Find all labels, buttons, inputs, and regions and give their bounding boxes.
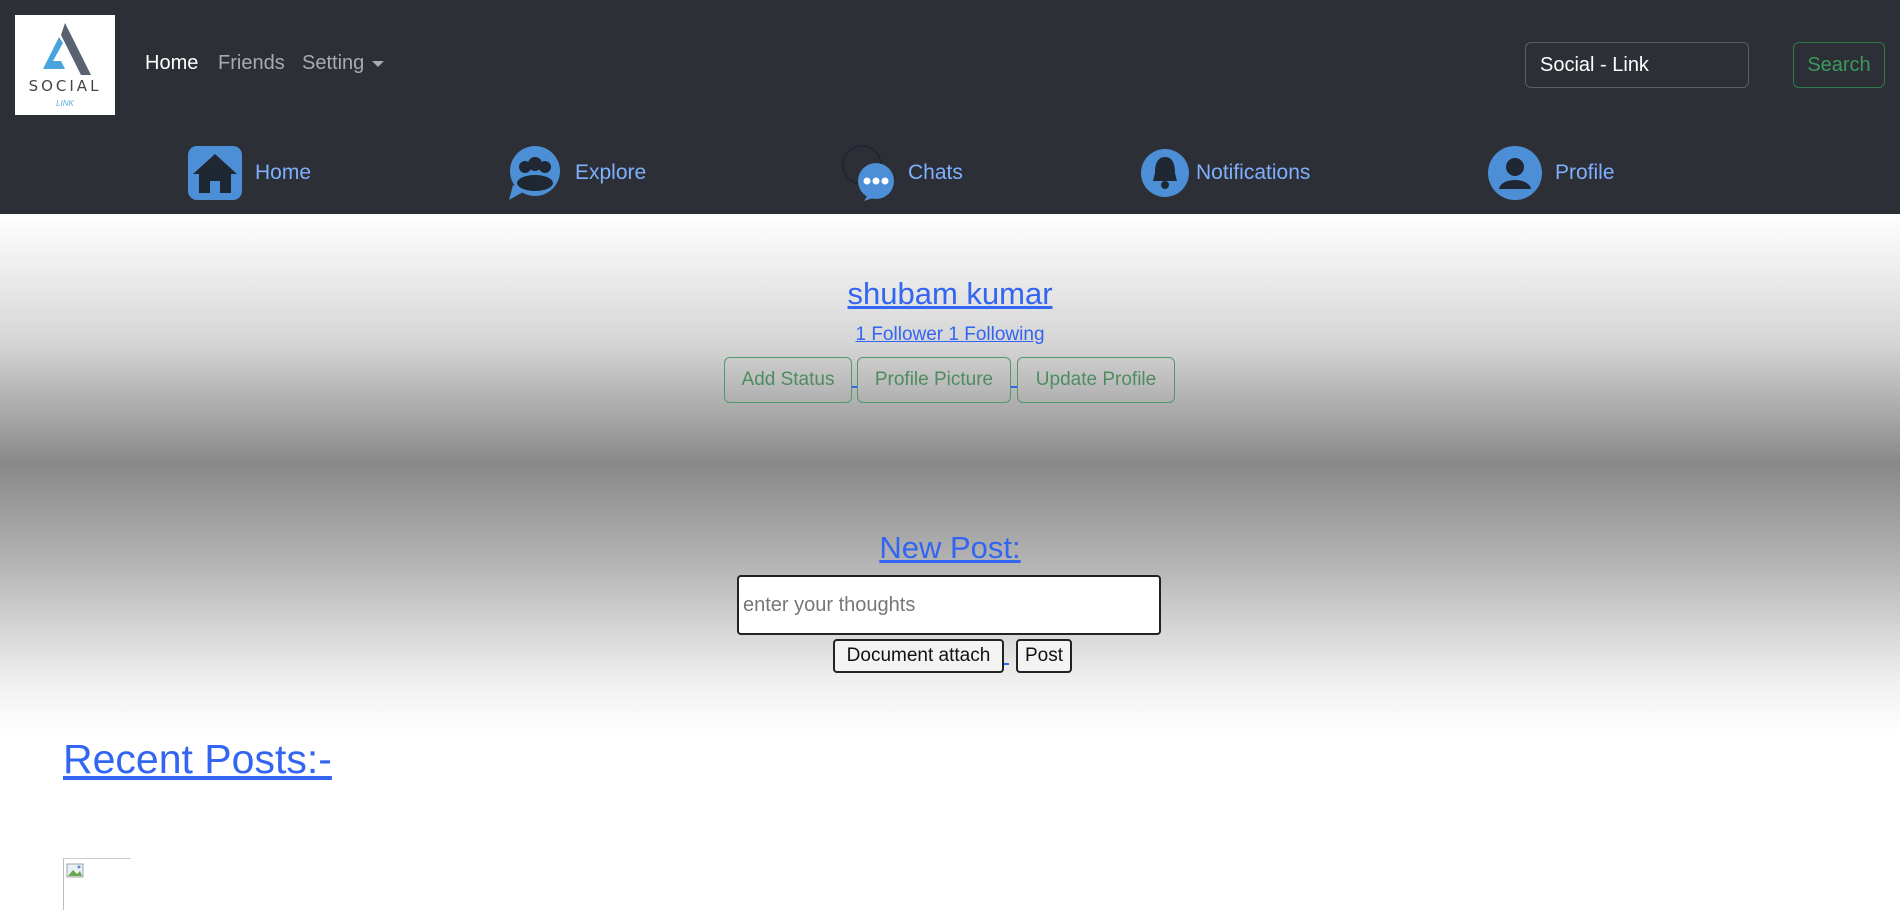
profile-picture-button[interactable]: Profile Picture <box>857 357 1011 403</box>
update-profile-button[interactable]: Update Profile <box>1017 357 1175 403</box>
thoughts-input[interactable] <box>737 575 1161 635</box>
post-image <box>63 858 131 910</box>
follow-counts-link[interactable]: 1 Follower 1 Following <box>0 324 1900 346</box>
icon-nav-explore[interactable]: Explore <box>507 145 646 201</box>
icon-nav-profile[interactable]: Profile <box>1487 145 1615 201</box>
icon-nav-notifications[interactable]: Notifications <box>1140 145 1310 201</box>
nav-home-link[interactable]: Home <box>145 52 198 75</box>
link-underline <box>1004 663 1009 665</box>
icon-nav-home-label: Home <box>255 161 312 184</box>
search-input[interactable] <box>1525 42 1749 88</box>
icon-nav-notifications-label: Notifications <box>1196 161 1311 184</box>
post-button[interactable]: Post <box>1016 639 1072 673</box>
nav-setting-dropdown[interactable]: Setting <box>302 52 385 75</box>
recent-posts-heading[interactable]: Recent Posts:- <box>63 736 332 783</box>
icon-nav-explore-label: Explore <box>575 161 647 184</box>
brand-wordmark: SOCIAL <box>28 77 102 95</box>
home-icon <box>187 145 243 201</box>
profile-section: shubam kumar 1 Follower 1 Following Add … <box>0 214 1900 734</box>
top-navbar: SOCIAL LINK Home Friends Setting Search … <box>0 0 1900 214</box>
chevron-down-icon <box>372 60 385 67</box>
user-icon <box>1487 145 1543 201</box>
brand-tagline: LINK <box>56 99 74 108</box>
nav-friends-link[interactable]: Friends <box>218 52 285 75</box>
icon-nav-chats-label: Chats <box>908 161 963 184</box>
chat-icon <box>840 145 896 201</box>
icon-nav-profile-label: Profile <box>1555 161 1615 184</box>
logo-mark-icon <box>43 23 91 75</box>
document-attach-button[interactable]: Document attach <box>833 639 1004 673</box>
explore-icon <box>507 145 563 201</box>
bell-icon <box>1140 145 1196 201</box>
icon-nav-chats[interactable]: Chats <box>840 145 963 201</box>
add-status-button[interactable]: Add Status <box>724 357 852 403</box>
nav-setting-label: Setting <box>302 52 365 74</box>
icon-nav-home[interactable]: Home <box>187 145 311 201</box>
broken-image-icon <box>66 863 84 878</box>
search-button[interactable]: Search <box>1793 42 1885 88</box>
brand-logo[interactable]: SOCIAL LINK <box>15 15 115 115</box>
profile-name-link[interactable]: shubam kumar <box>0 276 1900 312</box>
new-post-title[interactable]: New Post: <box>0 530 1900 566</box>
